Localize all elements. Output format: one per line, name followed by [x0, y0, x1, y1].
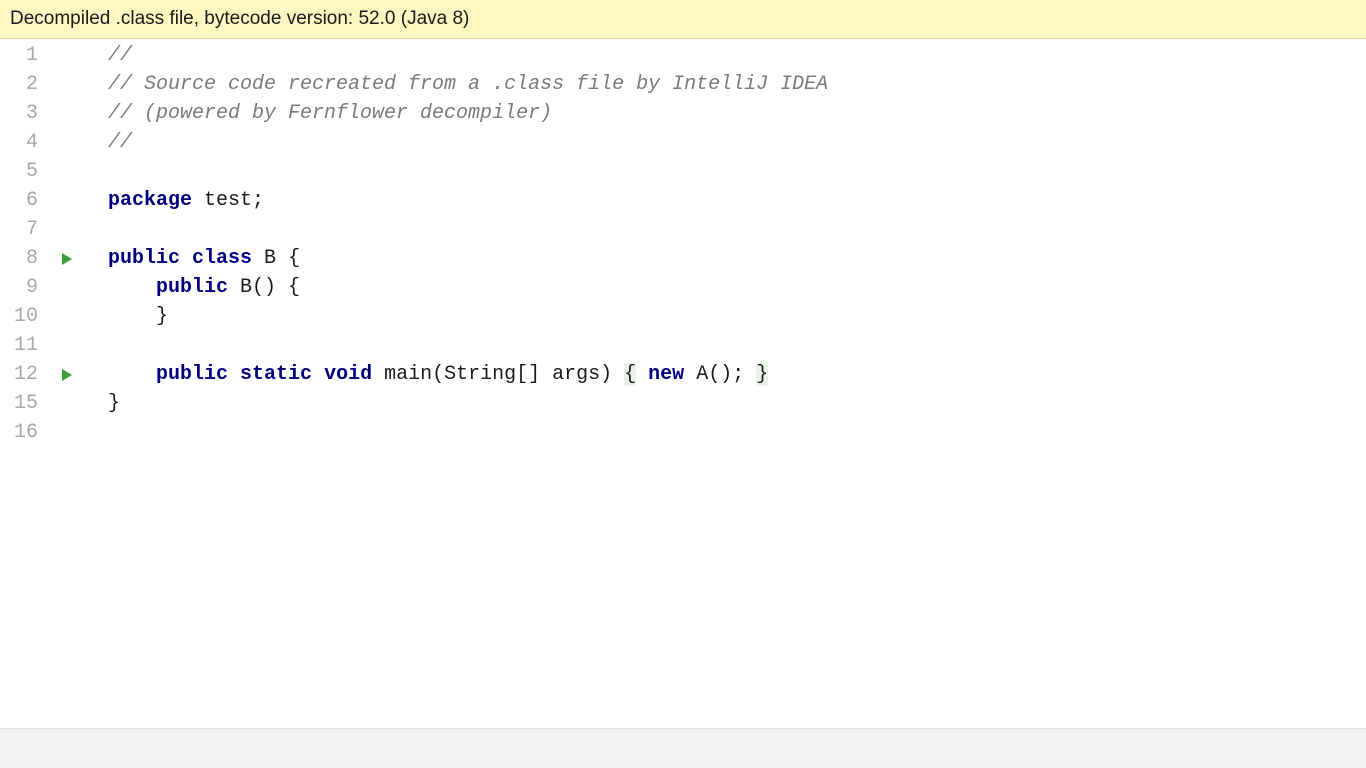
code-line: [86, 331, 1366, 360]
code-line: //: [86, 128, 1366, 157]
line-number[interactable]: 9: [0, 273, 48, 302]
code-line: //: [86, 41, 1366, 70]
code-line: }: [86, 389, 1366, 418]
code-line: public B() {: [86, 273, 1366, 302]
keyword-public: public: [108, 247, 180, 270]
status-bar: [0, 728, 1366, 768]
line-number[interactable]: 12: [0, 360, 48, 389]
keyword-class: class: [192, 247, 252, 270]
keyword-package: package: [108, 189, 192, 212]
line-number-gutter: 1 2 3 4 5 6 7 8 9 10 11 12 15 16: [0, 39, 48, 728]
code-line: public static void main(String[] args) {…: [86, 360, 1366, 389]
comment-text: // (powered by Fernflower decompiler): [108, 102, 552, 125]
line-number[interactable]: 8: [0, 244, 48, 273]
comment-text: //: [108, 131, 132, 154]
code-line: [86, 157, 1366, 186]
brace: {: [288, 247, 300, 270]
code-text: A();: [684, 363, 756, 386]
keyword-public: public: [156, 276, 228, 299]
keyword-new: new: [648, 363, 684, 386]
line-number[interactable]: 10: [0, 302, 48, 331]
code-line: [86, 215, 1366, 244]
editor-area: 1 2 3 4 5 6 7 8 9 10 11 12 15 16: [0, 39, 1366, 728]
brace: {: [624, 363, 636, 386]
banner-text: Decompiled .class file, bytecode version…: [10, 8, 469, 29]
run-class-icon[interactable]: [60, 252, 74, 266]
run-marker-gutter: [48, 39, 86, 728]
keyword-static: static: [240, 363, 312, 386]
brace: }: [108, 392, 120, 415]
line-number[interactable]: 4: [0, 128, 48, 157]
brace: }: [756, 363, 768, 386]
line-number[interactable]: 1: [0, 41, 48, 70]
code-text: main(String[] args): [372, 363, 624, 386]
line-number[interactable]: 7: [0, 215, 48, 244]
line-number[interactable]: 5: [0, 157, 48, 186]
keyword-void: void: [324, 363, 372, 386]
code-line: // (powered by Fernflower decompiler): [86, 99, 1366, 128]
line-number[interactable]: 2: [0, 70, 48, 99]
comment-text: //: [108, 44, 132, 67]
comment-text: // Source code recreated from a .class f…: [108, 73, 828, 96]
line-number[interactable]: 16: [0, 418, 48, 447]
code-content[interactable]: // // Source code recreated from a .clas…: [86, 39, 1366, 728]
class-name: B: [252, 247, 288, 270]
run-main-icon[interactable]: [60, 368, 74, 382]
line-number[interactable]: 6: [0, 186, 48, 215]
code-line: }: [86, 302, 1366, 331]
brace: }: [156, 305, 168, 328]
code-text: test;: [192, 189, 264, 212]
keyword-public: public: [156, 363, 228, 386]
code-line: [86, 418, 1366, 447]
code-line: package test;: [86, 186, 1366, 215]
decompiled-banner: Decompiled .class file, bytecode version…: [0, 0, 1366, 39]
code-text: B() {: [228, 276, 300, 299]
code-line: public class B {: [86, 244, 1366, 273]
line-number[interactable]: 15: [0, 389, 48, 418]
line-number[interactable]: 3: [0, 99, 48, 128]
code-line: // Source code recreated from a .class f…: [86, 70, 1366, 99]
line-number[interactable]: 11: [0, 331, 48, 360]
